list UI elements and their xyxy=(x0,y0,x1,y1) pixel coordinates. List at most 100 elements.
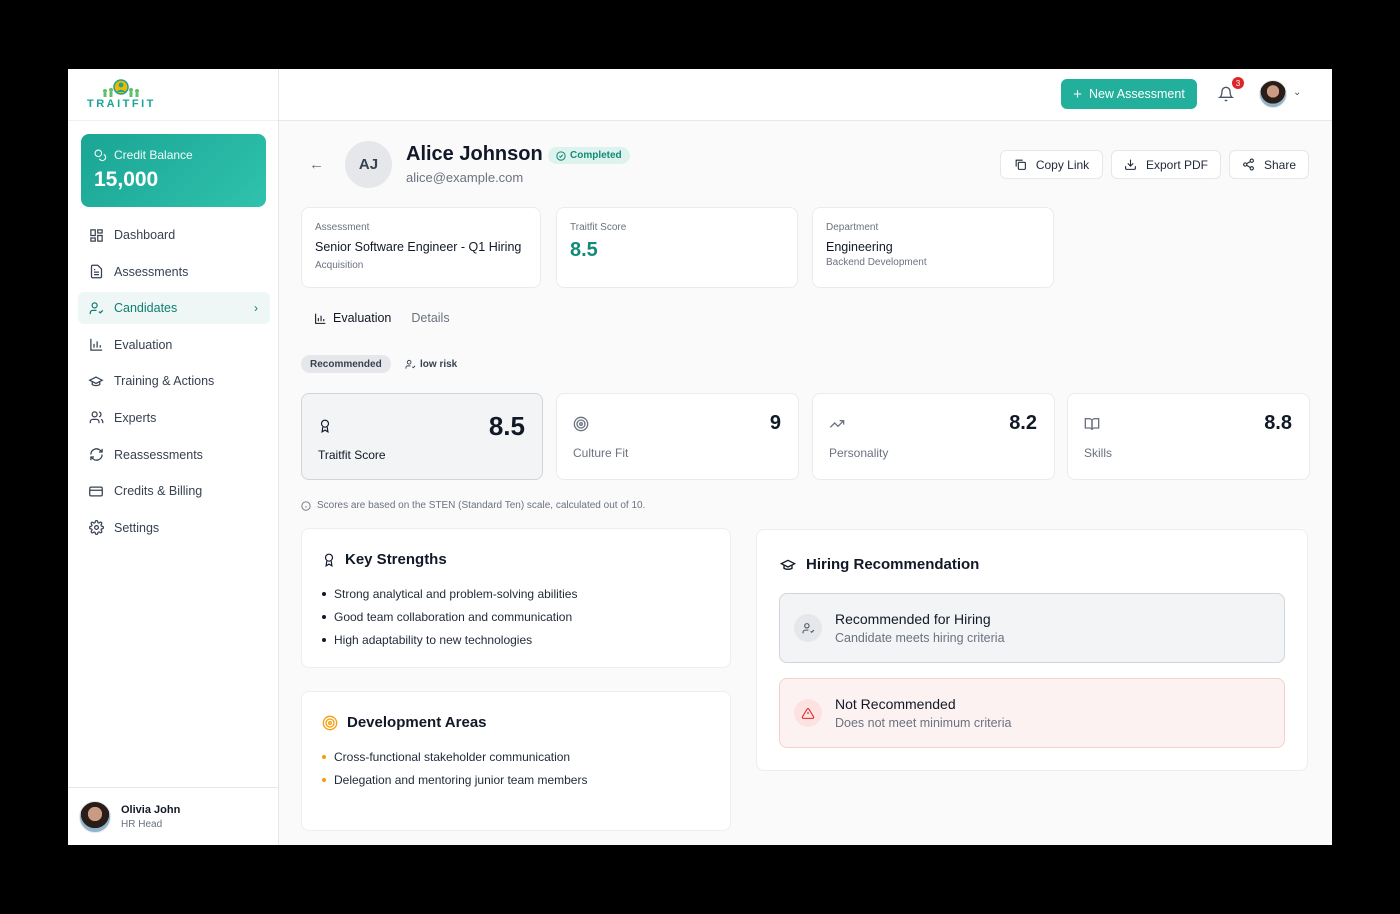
sidebar-item-reassessments[interactable]: Reassessments xyxy=(78,439,270,471)
sidebar-item-training[interactable]: Training & Actions xyxy=(78,365,270,397)
development-list: Cross-functional stakeholder communicati… xyxy=(322,745,710,792)
development-areas-title: Development Areas xyxy=(347,714,487,731)
score-value: 8.2 xyxy=(1009,412,1037,434)
sidebar-item-label: Evaluation xyxy=(114,337,173,352)
back-arrow-icon[interactable]: ← xyxy=(309,156,324,173)
sidebar-item-label: Assessments xyxy=(114,264,189,279)
logo[interactable]: TRAITFIT xyxy=(68,69,278,121)
main-content: ← AJ Alice Johnson Completed alice@examp… xyxy=(279,121,1332,845)
info-label: Assessment xyxy=(315,222,370,233)
app-window: TRAITFIT Credit Balance 15,000 Dashboard… xyxy=(68,69,1332,845)
scale-note: Scores are based on the STEN (Standard T… xyxy=(301,500,645,511)
tab-evaluation[interactable]: Evaluation xyxy=(314,311,391,325)
sidebar-item-assessments[interactable]: Assessments xyxy=(78,256,270,288)
topbar: + New Assessment 3 ⌄ xyxy=(279,69,1332,121)
skills-tile[interactable]: Skills 8.8 xyxy=(1067,393,1310,480)
not-recommended-text: Not Recommended Does not meet minimum cr… xyxy=(835,696,1011,730)
sidebar-item-label: Dashboard xyxy=(114,228,176,242)
department-sub: Backend Development xyxy=(826,257,927,268)
target-icon xyxy=(322,715,338,730)
list-item-text: Strong analytical and problem-solving ab… xyxy=(334,586,578,601)
strengths-list: Strong analytical and problem-solving ab… xyxy=(322,582,710,652)
hiring-recommendation-panel: Hiring Recommendation Recommended for Hi… xyxy=(756,529,1308,771)
download-icon xyxy=(1125,159,1136,170)
sidebar-item-label: Training & Actions xyxy=(114,374,215,389)
new-assessment-label: New Assessment xyxy=(1088,87,1185,101)
avatar[interactable] xyxy=(1259,80,1287,108)
new-assessment-button[interactable]: + New Assessment xyxy=(1061,79,1197,109)
logo-mark: TRAITFIT xyxy=(87,79,156,110)
key-strengths-panel: Key Strengths Strong analytical and prob… xyxy=(301,528,731,668)
recommended-option[interactable]: Recommended for Hiring Candidate meets h… xyxy=(779,593,1285,663)
logo-text: TRAITFIT xyxy=(87,98,156,110)
score-value: 8.5 xyxy=(488,411,525,441)
user-check-icon xyxy=(405,359,416,369)
credit-balance-card[interactable]: Credit Balance 15,000 xyxy=(81,134,266,207)
sidebar: TRAITFIT Credit Balance 15,000 Dashboard… xyxy=(68,69,279,845)
list-item: High adaptability to new technologies xyxy=(322,629,710,652)
bullet xyxy=(322,591,326,596)
coins-icon xyxy=(94,149,107,161)
development-areas-panel: Development Areas Cross-functional stake… xyxy=(301,691,731,831)
tab-label: Details xyxy=(411,311,450,325)
chevron-down-icon[interactable]: ⌄ xyxy=(1293,87,1301,98)
user-profile[interactable]: Olivia John HR Head xyxy=(68,787,279,845)
list-item: Good team collaboration and communicatio… xyxy=(322,605,710,628)
info-icon xyxy=(301,500,311,511)
book-open-icon xyxy=(1084,418,1100,431)
refresh-icon xyxy=(88,447,104,463)
recommended-text: Recommended for Hiring Candidate meets h… xyxy=(835,611,1005,645)
list-item-text: Cross-functional stakeholder communicati… xyxy=(334,749,571,764)
graduation-cap-icon xyxy=(88,373,104,389)
traitfit-score-tile[interactable]: Traitfit Score 8.5 xyxy=(301,393,543,480)
score-label: Traitfit Score xyxy=(318,448,386,462)
share-button[interactable]: Share xyxy=(1229,150,1309,179)
user-check-icon xyxy=(794,614,822,642)
sidebar-item-label: Reassessments xyxy=(114,447,203,462)
sidebar-item-candidates[interactable]: Candidates › xyxy=(78,292,270,325)
sidebar-item-label: Settings xyxy=(114,520,160,535)
sidebar-item-dashboard[interactable]: Dashboard xyxy=(78,219,270,251)
bullet xyxy=(322,777,326,782)
tab-bar: Evaluation Details xyxy=(314,311,450,325)
list-item-text: Delegation and mentoring junior team mem… xyxy=(334,772,588,787)
candidate-avatar: AJ xyxy=(345,141,392,188)
recommended-badge: Recommended xyxy=(301,355,391,373)
credit-card-icon xyxy=(88,483,104,499)
gear-icon xyxy=(88,520,104,536)
tab-label: Evaluation xyxy=(333,311,392,325)
export-pdf-label: Export PDF xyxy=(1145,157,1208,172)
bell-icon[interactable] xyxy=(1218,86,1234,102)
export-pdf-button[interactable]: Export PDF xyxy=(1111,150,1221,179)
risk-badge: low risk xyxy=(399,355,463,373)
culture-fit-tile[interactable]: Culture Fit 9 xyxy=(556,393,799,480)
panel-title: Hiring Recommendation xyxy=(779,556,979,573)
recommended-sub: Candidate meets hiring criteria xyxy=(835,631,1005,645)
recommended-title: Recommended for Hiring xyxy=(835,611,991,627)
bullet xyxy=(322,614,326,619)
sidebar-item-evaluation[interactable]: Evaluation xyxy=(78,329,270,361)
status-label: Completed xyxy=(570,150,622,161)
info-label: Department xyxy=(826,222,879,233)
user-name: Olivia John xyxy=(121,803,181,816)
assessment-info-card: Assessment Senior Software Engineer - Q1… xyxy=(301,207,541,288)
personality-tile[interactable]: Personality 8.2 xyxy=(812,393,1055,480)
traitfit-score-card: Traitfit Score 8.5 xyxy=(556,207,798,288)
score-label: Skills xyxy=(1084,446,1113,460)
sidebar-item-experts[interactable]: Experts xyxy=(78,402,270,434)
document-icon xyxy=(88,264,104,280)
not-recommended-option[interactable]: Not Recommended Does not meet minimum cr… xyxy=(779,678,1285,748)
list-item: Cross-functional stakeholder communicati… xyxy=(322,745,710,768)
info-label: Traitfit Score xyxy=(570,222,627,233)
list-item: Delegation and mentoring junior team mem… xyxy=(322,768,710,791)
user-role: HR Head xyxy=(121,818,163,830)
sidebar-item-credits-billing[interactable]: Credits & Billing xyxy=(78,475,270,507)
copy-link-button[interactable]: Copy Link xyxy=(1000,150,1103,179)
bar-chart-icon xyxy=(315,313,326,324)
trending-up-icon xyxy=(829,420,845,428)
sidebar-item-settings[interactable]: Settings xyxy=(78,512,270,544)
score-label: Personality xyxy=(829,446,889,460)
copy-icon xyxy=(1015,159,1026,170)
notification-badge: 3 xyxy=(1232,77,1244,89)
tab-details[interactable]: Details xyxy=(411,311,449,325)
